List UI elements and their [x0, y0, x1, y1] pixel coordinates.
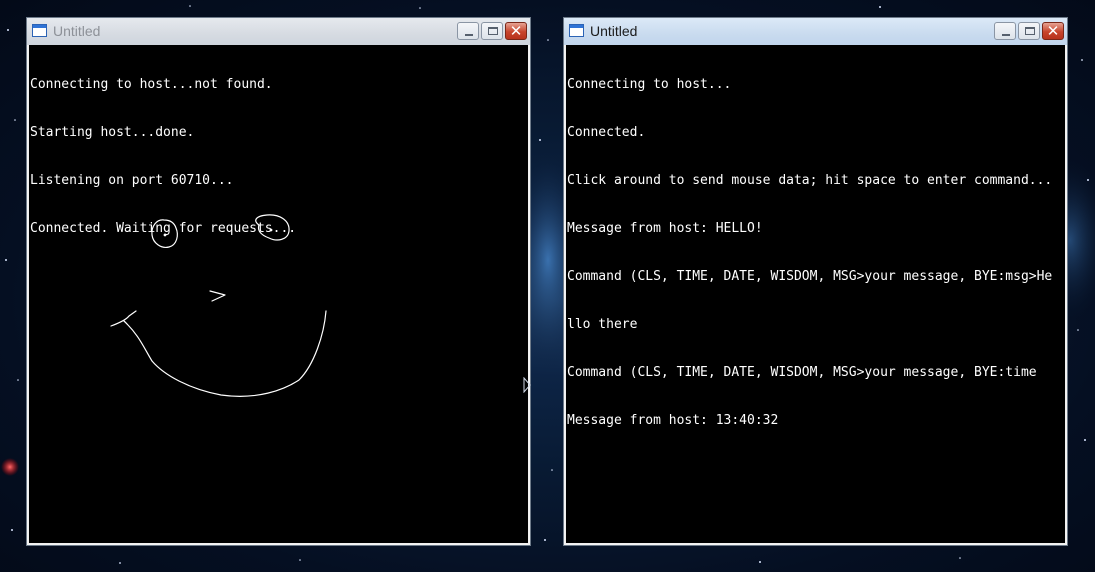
left-window-titlebar[interactable]: Untitled ✕ [27, 18, 530, 45]
console-line: Command (CLS, TIME, DATE, WISDOM, MSG>yo… [567, 269, 1053, 284]
close-button[interactable]: ✕ [505, 22, 527, 40]
console-output-area[interactable]: Connecting to host...not found. Starting… [29, 45, 528, 543]
maximize-icon [488, 27, 498, 35]
maximize-icon [1025, 27, 1035, 35]
right-console-window[interactable]: Untitled ✕ Connecting to host... Connect… [563, 17, 1068, 546]
console-output-area[interactable]: Connecting to host... Connected. Click a… [566, 45, 1065, 543]
window-app-icon[interactable] [569, 24, 584, 37]
console-line: Click around to send mouse data; hit spa… [567, 173, 1053, 188]
maximize-button[interactable] [1018, 22, 1040, 40]
maximize-button[interactable] [481, 22, 503, 40]
minimize-button[interactable] [994, 22, 1016, 40]
window-title: Untitled [53, 23, 101, 39]
minimize-icon [465, 34, 473, 36]
right-eye-stroke [255, 214, 290, 241]
mouth-stroke [110, 310, 327, 397]
console-line: Connecting to host... [567, 77, 732, 92]
right-window-titlebar[interactable]: Untitled ✕ [564, 18, 1067, 45]
close-icon: ✕ [1046, 22, 1060, 40]
left-eye-dot [163, 233, 167, 237]
console-text: Connecting to host... Connected. Click a… [567, 45, 1052, 461]
console-line: Message from host: 13:40:32 [567, 413, 779, 428]
console-line: llo there [567, 317, 638, 332]
close-button[interactable]: ✕ [1042, 22, 1064, 40]
console-line: Command (CLS, TIME, DATE, WISDOM, MSG>yo… [567, 365, 1037, 380]
window-app-icon[interactable] [32, 24, 47, 37]
left-eye-stroke [151, 219, 178, 248]
console-line: Message from host: HELLO! [567, 221, 763, 236]
close-icon: ✕ [509, 22, 523, 40]
right-eye-dot [269, 228, 273, 232]
window-title: Untitled [590, 23, 638, 39]
left-console-window[interactable]: Untitled ✕ Connecting to host...not foun… [26, 17, 531, 546]
minimize-button[interactable] [457, 22, 479, 40]
console-line: Connected. [567, 125, 646, 140]
minimize-icon [1002, 34, 1010, 36]
resize-cursor-icon [523, 377, 531, 393]
nose-stroke [209, 290, 226, 302]
mouse-drawing-smiley [110, 214, 327, 397]
